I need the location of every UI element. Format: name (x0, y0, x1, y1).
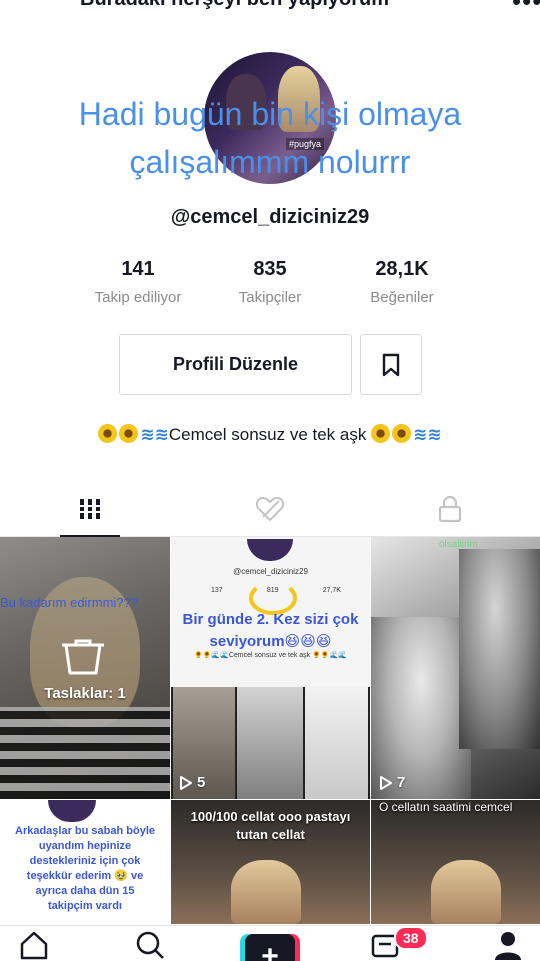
video-tile[interactable]: Arkadaşlar bu sabah böyle uyandım hepini… (0, 800, 170, 924)
play-icon (380, 775, 392, 790)
video-tile[interactable]: olsaliirim 7 (371, 537, 540, 799)
create-icon: + (240, 930, 300, 961)
home-icon (20, 931, 48, 960)
profile-tabs (0, 482, 540, 537)
bookmark-button[interactable] (360, 334, 422, 395)
bio-text: Cemcel sonsuz ve tek aşk (168, 425, 367, 444)
more-dots-icon[interactable]: ••• (512, 0, 540, 16)
sunflower-icon (392, 424, 412, 443)
tile-mini-bio: 🌻🌻🌊🌊Cemcel sonsuz ve tek aşk 🌻🌻🌊🌊 (194, 652, 347, 659)
lock-icon (438, 495, 462, 523)
stat-likes-value: 28,1K (375, 258, 429, 280)
profile-icon (495, 932, 521, 960)
stat-following-label: Takip ediliyor (94, 289, 182, 306)
stat-followers[interactable]: 835 Takipçiler (210, 258, 330, 306)
drafts-overlay-text: Bu kadarım edirmmi??? (0, 595, 138, 610)
bookmark-icon (382, 353, 400, 376)
video-tile[interactable]: O cellatın saatimi cemcel (371, 800, 540, 924)
wave-icon: ≋≋ (413, 425, 442, 444)
nav-search[interactable] (120, 930, 180, 961)
nav-create[interactable]: + (240, 930, 300, 961)
search-icon (136, 931, 164, 959)
stat-following[interactable]: 141 Takip ediliyor (78, 258, 198, 306)
stat-followers-value: 835 (253, 258, 287, 280)
inbox-badge: 38 (394, 926, 428, 950)
grid-icon (78, 499, 102, 519)
bottom-nav: + (0, 925, 540, 961)
video-tile[interactable]: @cemcel_diziciniz29 137 819 27,7K Bir gü… (171, 537, 370, 799)
bio: ≋≋Cemcel sonsuz ve tek aşk ≋≋ (0, 424, 540, 445)
sunflower-icon (98, 424, 118, 443)
play-icon (180, 775, 192, 790)
video-tile[interactable]: 100/100 cellat ooo pastayı tutan cellat (171, 800, 370, 924)
tile-mini-username: @cemcel_diziciniz29 (233, 567, 308, 576)
tab-private[interactable] (360, 482, 540, 536)
page-title[interactable]: Buradaki herşeyi ben yapıyorum (80, 0, 389, 11)
tile-caption: O cellatın saatimi cemcel (379, 800, 513, 814)
nav-home[interactable] (4, 930, 64, 961)
drafts-tile[interactable]: Bu kadarım edirmmi??? Taslaklar: 1 (0, 537, 170, 799)
tile-caption: Arkadaşlar bu sabah böyle uyandım hepini… (15, 825, 155, 912)
top-bar: ⁺ Buradaki herşeyi ben yapıyorum ••• (0, 0, 540, 16)
play-count: 5 (179, 774, 205, 791)
stat-followers-label: Takipçiler (238, 289, 302, 306)
stat-following-value: 141 (121, 258, 155, 280)
nav-profile[interactable] (478, 930, 538, 961)
edit-profile-button[interactable]: Profili Düzenle (119, 334, 352, 395)
overlay-caption-line1: Hadi bugün bin kişi olmaya (78, 96, 462, 132)
tile-top-text: olsaliirim (439, 539, 478, 550)
tab-videos[interactable] (0, 482, 180, 537)
overlay-caption-line2: çalışalımmm nolurrr (129, 144, 411, 180)
sunflower-icon (371, 424, 391, 443)
stat-likes[interactable]: 28,1K Beğeniler (342, 258, 462, 306)
wave-icon: ≋≋ (140, 425, 169, 444)
tab-liked[interactable] (180, 482, 360, 536)
drafts-label: Taslaklar: 1 (44, 685, 126, 702)
tile-caption: Bir günde 2. Kez sizi çok seviyorum😆😆😆 (182, 611, 359, 650)
person-add-icon[interactable]: ⁺ (4, 0, 20, 16)
play-count: 7 (379, 774, 405, 791)
tile-caption: 100/100 cellat ooo pastayı tutan cellat (190, 809, 351, 842)
sunflower-icon (119, 424, 139, 443)
username: @cemcel_diziciniz29 (170, 206, 370, 228)
stat-likes-label: Beğeniler (370, 289, 434, 306)
drafts-icon (62, 639, 104, 675)
heart-hidden-icon (255, 496, 285, 522)
